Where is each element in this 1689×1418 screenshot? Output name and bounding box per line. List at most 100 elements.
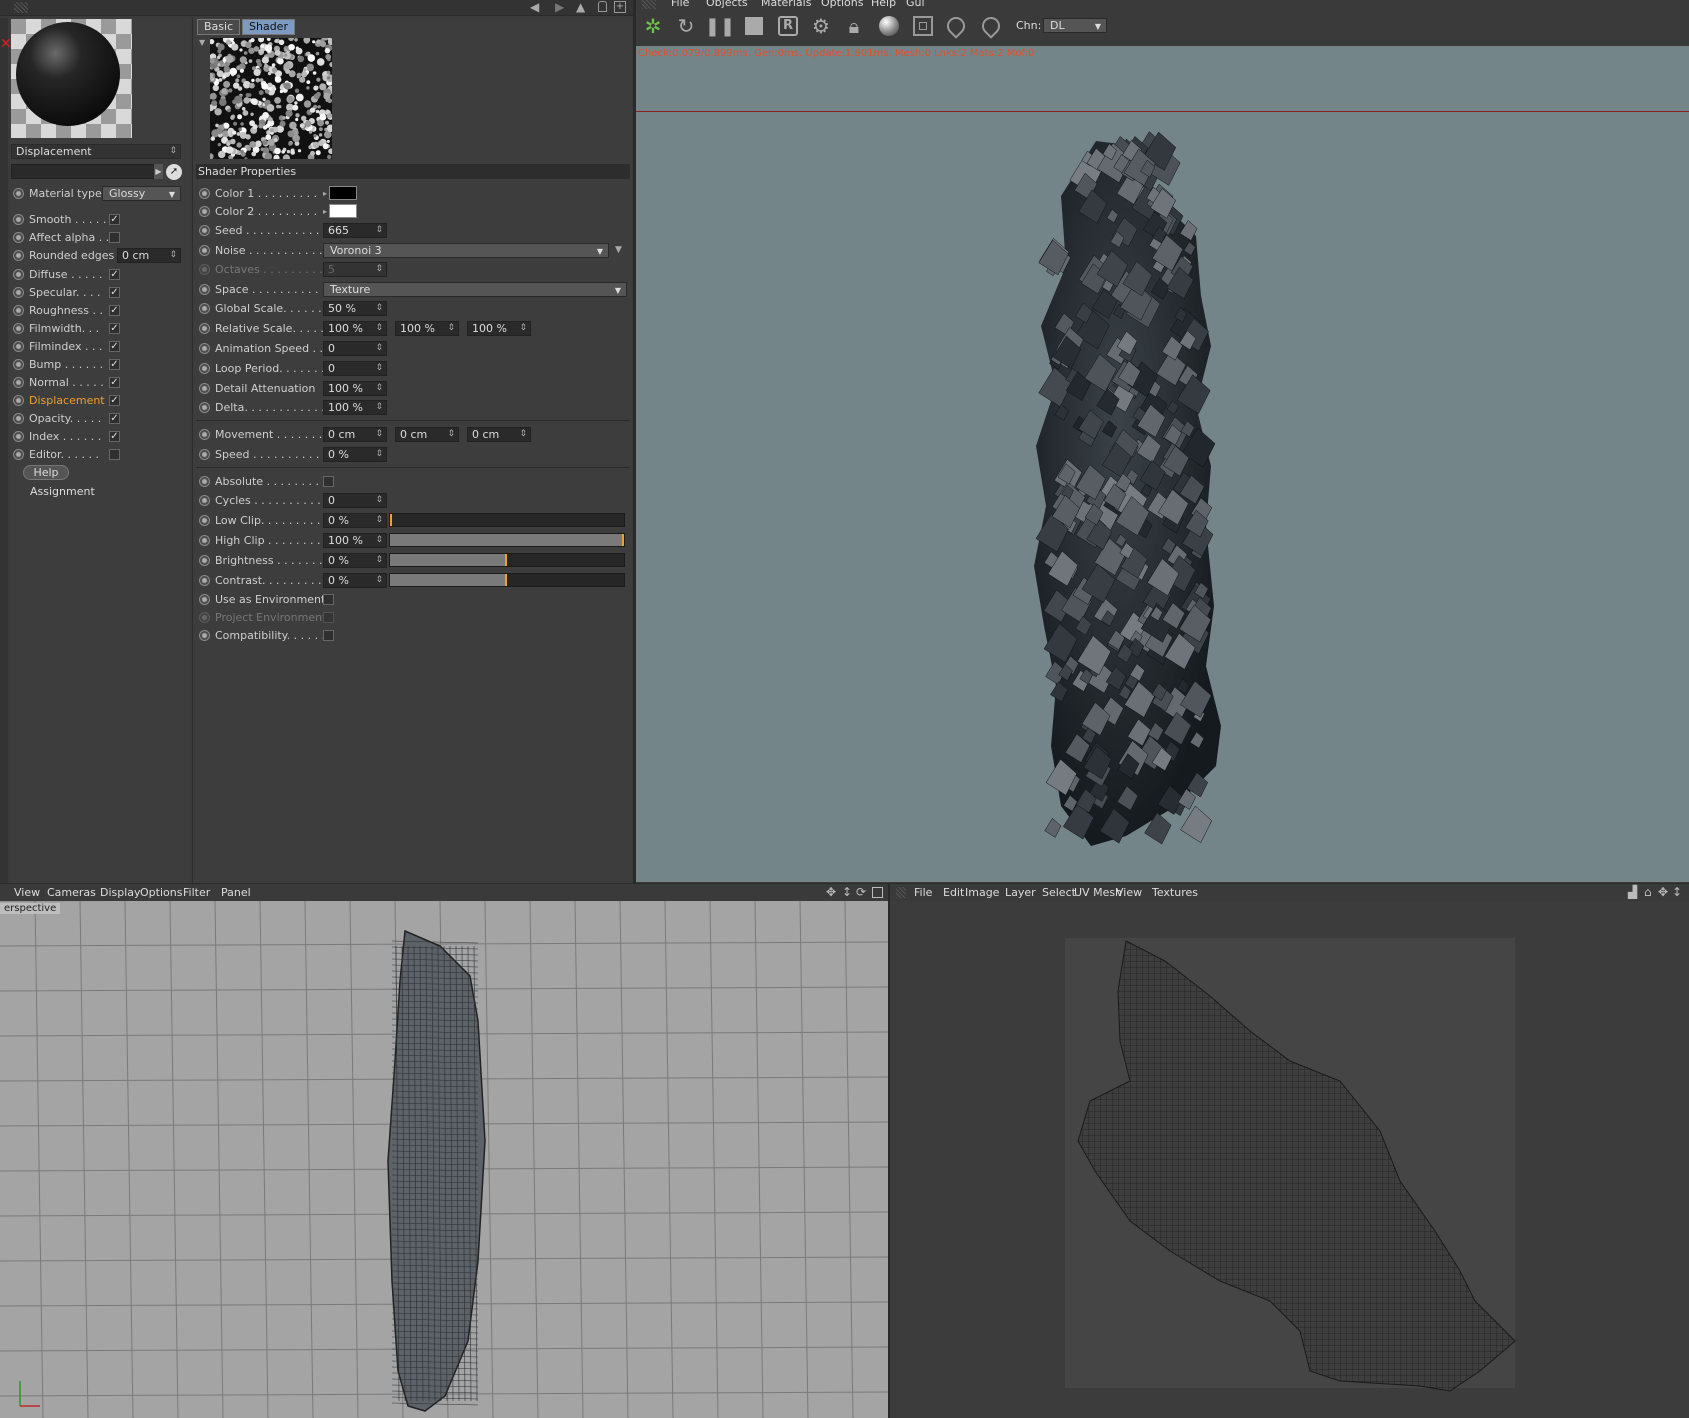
property-checkbox[interactable]: [323, 611, 334, 623]
new-panel-icon[interactable]: +: [614, 1, 626, 13]
grip-handle[interactable]: [14, 2, 28, 13]
animate-radio-icon[interactable]: [199, 224, 210, 236]
menu-uv-mesh[interactable]: UV Mesh: [1074, 886, 1122, 899]
lock-icon[interactable]: [598, 1, 607, 12]
menu-file[interactable]: File: [671, 0, 689, 9]
pick-icon[interactable]: ➚: [166, 164, 182, 180]
region-render-icon[interactable]: R: [775, 13, 801, 39]
zoom-view-icon[interactable]: ↕: [1672, 885, 1682, 899]
assignment-link[interactable]: Assignment: [30, 485, 95, 498]
animate-radio-icon[interactable]: [199, 401, 210, 413]
lock-icon[interactable]: 🔒︎: [841, 13, 867, 39]
cursor-icon[interactable]: ▲: [576, 0, 585, 14]
property-field[interactable]: 100 %: [467, 320, 531, 336]
property-field[interactable]: 0 %: [323, 552, 387, 568]
property-field[interactable]: 5: [323, 261, 387, 277]
image-icon[interactable]: ▟: [1628, 885, 1637, 899]
animate-radio-icon[interactable]: [199, 302, 210, 314]
animate-radio-icon[interactable]: [199, 362, 210, 374]
material-ball-icon[interactable]: [876, 13, 902, 39]
zoom-view-icon[interactable]: ↕: [842, 885, 852, 899]
material-name-field[interactable]: Displacement: [11, 144, 181, 159]
channel-label[interactable]: Rounded edges: [29, 249, 117, 262]
slider-handle[interactable]: [390, 514, 392, 526]
slider-handle[interactable]: [622, 534, 624, 546]
animate-radio-icon[interactable]: [13, 322, 24, 334]
tab-shader[interactable]: Shader: [242, 19, 295, 35]
move-view-icon[interactable]: ✥: [826, 885, 836, 899]
animate-radio-icon[interactable]: [199, 342, 210, 354]
animate-radio-icon[interactable]: [13, 268, 24, 280]
property-field[interactable]: 0 cm: [395, 426, 459, 442]
channel-label[interactable]: Roughness . .: [29, 304, 109, 317]
property-slider[interactable]: [389, 553, 625, 567]
animate-radio-icon[interactable]: [13, 187, 24, 199]
menu-materials[interactable]: Materials: [761, 0, 811, 9]
menu-help[interactable]: Help: [871, 0, 896, 9]
menu-gui[interactable]: Gui: [906, 0, 925, 9]
material-pick-icon[interactable]: [978, 13, 1004, 39]
pause-render-icon[interactable]: ❚❚: [705, 13, 735, 39]
grip-handle[interactable]: [896, 887, 906, 898]
property-slider[interactable]: [389, 513, 625, 527]
focus-pick-icon[interactable]: [943, 13, 969, 39]
expand-arrow-icon[interactable]: ▸: [323, 207, 327, 216]
color-swatch[interactable]: [329, 186, 358, 200]
channel-checkbox[interactable]: ✓: [109, 376, 120, 388]
animate-radio-icon[interactable]: [199, 611, 210, 623]
channel-checkbox[interactable]: ✓: [109, 394, 120, 406]
channel-dropdown[interactable]: DL: [1043, 18, 1107, 33]
tab-basic[interactable]: Basic: [197, 19, 241, 35]
channel-checkbox[interactable]: ✓: [109, 286, 120, 298]
uv-canvas[interactable]: [890, 901, 1689, 1418]
animate-radio-icon[interactable]: [13, 340, 24, 352]
channel-label[interactable]: Diffuse . . . . .: [29, 268, 109, 281]
stop-render-icon[interactable]: [741, 13, 767, 39]
lock-icon[interactable]: ⌂: [1644, 885, 1652, 899]
material-type-dropdown[interactable]: Glossy: [102, 185, 181, 201]
menu-view[interactable]: View: [14, 886, 40, 899]
menu-options[interactable]: Options: [140, 886, 182, 899]
settings-gear-icon[interactable]: ⚙: [808, 13, 834, 39]
channel-checkbox[interactable]: ✓: [109, 340, 120, 352]
property-field[interactable]: 0 %: [323, 572, 387, 588]
property-field[interactable]: 0: [323, 340, 387, 356]
back-arrow-icon[interactable]: ◀: [530, 0, 539, 14]
property-slider[interactable]: [389, 573, 625, 587]
animate-radio-icon[interactable]: [199, 629, 210, 641]
animate-radio-icon[interactable]: [199, 554, 210, 566]
property-field[interactable]: 100 %: [323, 399, 387, 415]
help-button[interactable]: Help: [23, 465, 69, 480]
channel-label[interactable]: Opacity. . . . .: [29, 412, 109, 425]
animate-radio-icon[interactable]: [199, 322, 210, 334]
property-field[interactable]: 0 cm: [323, 426, 387, 442]
material-preview[interactable]: [11, 19, 132, 138]
animate-radio-icon[interactable]: [199, 574, 210, 586]
menu-options[interactable]: Options: [821, 0, 863, 9]
property-field[interactable]: 50 %: [323, 300, 387, 316]
octane-render-icon[interactable]: ✲: [640, 13, 666, 39]
channel-label[interactable]: Bump . . . . . .: [29, 358, 109, 371]
menu-view[interactable]: View: [1116, 886, 1142, 899]
animate-radio-icon[interactable]: [13, 286, 24, 298]
channel-label[interactable]: Affect alpha . . .: [29, 231, 116, 244]
property-field[interactable]: 0: [323, 360, 387, 376]
move-view-icon[interactable]: ✥: [1658, 885, 1668, 899]
property-dropdown[interactable]: Voronoi 3: [323, 242, 609, 258]
property-field[interactable]: 100 %: [323, 380, 387, 396]
animate-radio-icon[interactable]: [13, 304, 24, 316]
animate-radio-icon[interactable]: [13, 376, 24, 388]
animate-radio-icon[interactable]: [199, 382, 210, 394]
texture-slot-field[interactable]: [11, 164, 161, 179]
channel-label[interactable]: Filmwidth. . .: [29, 322, 109, 335]
property-field[interactable]: 0 %: [323, 446, 387, 462]
menu-file[interactable]: File: [914, 886, 932, 899]
animate-radio-icon[interactable]: [13, 231, 24, 243]
animate-radio-icon[interactable]: [13, 358, 24, 370]
animate-radio-icon[interactable]: [199, 448, 210, 460]
menu-textures[interactable]: Textures: [1152, 886, 1198, 899]
channel-checkbox[interactable]: ✓: [109, 412, 120, 424]
animate-radio-icon[interactable]: [13, 430, 24, 442]
animate-radio-icon[interactable]: [199, 514, 210, 526]
property-slider[interactable]: [389, 533, 625, 547]
